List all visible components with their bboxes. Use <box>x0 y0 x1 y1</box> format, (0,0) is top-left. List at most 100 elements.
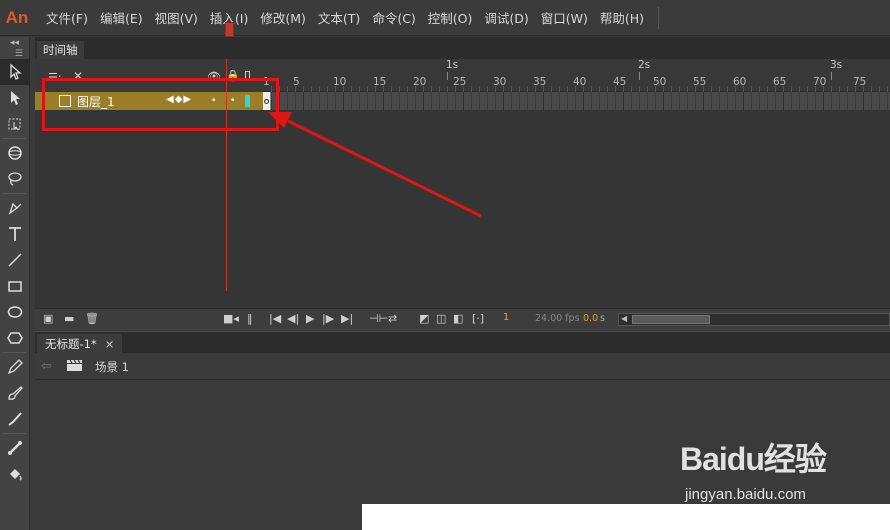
frame-cell[interactable] <box>847 92 848 110</box>
frame-cell[interactable] <box>519 92 520 110</box>
frame-cell[interactable] <box>751 92 752 110</box>
frame-cell[interactable] <box>799 92 800 110</box>
frame-cell[interactable] <box>471 92 472 110</box>
frame-cell[interactable] <box>535 92 536 110</box>
frame-cell[interactable] <box>599 92 600 110</box>
scene-label[interactable]: 场景 1 <box>95 359 129 375</box>
frame-cell[interactable] <box>503 92 504 110</box>
frame-cell[interactable] <box>727 92 728 110</box>
frame-cell[interactable] <box>639 92 640 110</box>
document-tab-label[interactable]: 无标题-1* <box>45 334 97 354</box>
loop-icon[interactable]: ⇄ <box>388 312 397 325</box>
frame-cell[interactable] <box>319 92 320 110</box>
scroll-left-icon[interactable]: ◀ <box>621 314 627 323</box>
frame-cell[interactable] <box>679 92 680 110</box>
timeline-scrollbar[interactable]: ◀ <box>618 313 890 326</box>
paint-brush-tool-icon[interactable] <box>0 380 30 406</box>
frame-cell[interactable] <box>295 92 296 110</box>
frame-cell[interactable] <box>343 92 344 110</box>
menu-modify[interactable]: 修改(M) <box>254 8 312 27</box>
frame-ruler[interactable]: 1s 2s 3s 1 5 10 15 20 25 30 35 40 45 50 … <box>263 59 890 92</box>
frame-cell[interactable] <box>575 92 576 110</box>
polystar-tool-icon[interactable] <box>0 325 30 351</box>
frame-cell[interactable] <box>439 92 440 110</box>
frames-area[interactable]: 1s 2s 3s 1 5 10 15 20 25 30 35 40 45 50 … <box>263 59 890 308</box>
frame-cell[interactable] <box>735 92 736 110</box>
frame-cell[interactable] <box>791 92 792 110</box>
frame-cell[interactable] <box>663 92 664 110</box>
frame-cell[interactable] <box>671 92 672 110</box>
frame-cell[interactable] <box>351 92 352 110</box>
frame-cell[interactable] <box>607 92 608 110</box>
collapse-icon[interactable]: ◂◂ <box>0 37 29 49</box>
frame-cell[interactable] <box>687 92 688 110</box>
frame-cell[interactable] <box>775 92 776 110</box>
frame-cell[interactable] <box>479 92 480 110</box>
prev-frame-icon[interactable]: ◀| <box>287 312 299 325</box>
frame-cell[interactable] <box>783 92 784 110</box>
frame-cell[interactable] <box>647 92 648 110</box>
frame-cell[interactable] <box>839 92 840 110</box>
next-frame-icon[interactable]: |▶ <box>322 312 334 325</box>
frame-cell[interactable] <box>495 92 496 110</box>
free-transform-tool-icon[interactable] <box>0 111 30 137</box>
scrollbar-thumb[interactable] <box>632 315 710 324</box>
menu-help[interactable]: 帮助(H) <box>594 8 650 27</box>
frame-cell[interactable] <box>335 92 336 110</box>
frame-cell[interactable] <box>807 92 808 110</box>
edit-multiple-frames-icon[interactable]: ◧ <box>453 312 463 325</box>
frame-cell[interactable] <box>311 92 312 110</box>
menu-debug[interactable]: 调试(D) <box>478 8 534 27</box>
pin-icon[interactable]: ‖ <box>247 312 253 325</box>
frame-cell[interactable] <box>511 92 512 110</box>
new-folder-icon[interactable]: ▬ <box>64 312 74 325</box>
panel-menu-icon[interactable]: ☰ <box>0 49 29 59</box>
menu-text[interactable]: 文本(T) <box>312 8 366 27</box>
frame-cell[interactable] <box>631 92 632 110</box>
frame-cell[interactable] <box>719 92 720 110</box>
oval-tool-icon[interactable] <box>0 299 30 325</box>
center-frame-icon[interactable]: ⊣⊢ <box>369 312 388 325</box>
frame-cell[interactable] <box>711 92 712 110</box>
frame-cell[interactable] <box>279 92 280 110</box>
new-layer-icon[interactable]: ▣ <box>43 312 53 325</box>
bone-tool-icon[interactable] <box>0 435 30 461</box>
frame-cell[interactable] <box>367 92 368 110</box>
lasso-tool-icon[interactable] <box>0 166 30 192</box>
close-icon[interactable]: × <box>105 334 115 354</box>
frame-cell[interactable] <box>767 92 768 110</box>
brush-tool-icon[interactable] <box>0 406 30 432</box>
frame-cell[interactable] <box>359 92 360 110</box>
frame-cell[interactable] <box>879 92 880 110</box>
frame-cell[interactable] <box>455 92 456 110</box>
frame-cell[interactable] <box>815 92 816 110</box>
back-arrow-icon[interactable]: ⇦ <box>41 359 52 374</box>
frame-cell[interactable] <box>303 92 304 110</box>
onion-skin-icon[interactable]: ◩ <box>419 312 429 325</box>
frame-cell[interactable] <box>823 92 824 110</box>
camera-icon[interactable]: ■◂ <box>223 312 239 325</box>
frame-cell[interactable] <box>423 92 424 110</box>
frame-cell[interactable] <box>431 92 432 110</box>
frame-cell[interactable] <box>383 92 384 110</box>
pencil-tool-icon[interactable] <box>0 354 30 380</box>
frame-cell[interactable] <box>487 92 488 110</box>
modify-markers-icon[interactable]: [·] <box>472 312 484 325</box>
play-icon[interactable]: ▶ <box>306 312 314 325</box>
frame-cell[interactable] <box>447 92 448 110</box>
frame-cell[interactable] <box>655 92 656 110</box>
frame-cell[interactable] <box>415 92 416 110</box>
selection-tool-icon[interactable] <box>0 59 30 85</box>
frame-cell[interactable] <box>623 92 624 110</box>
first-frame-icon[interactable]: |◀ <box>269 312 281 325</box>
frame-cell[interactable] <box>375 92 376 110</box>
paint-bucket-tool-icon[interactable] <box>0 461 30 487</box>
text-tool-icon[interactable] <box>0 221 30 247</box>
frame-cell[interactable] <box>831 92 832 110</box>
frame-cell[interactable] <box>543 92 544 110</box>
menu-file[interactable]: 文件(F) <box>40 8 94 27</box>
frame-cell[interactable] <box>695 92 696 110</box>
playhead[interactable] <box>225 22 234 37</box>
frame-cell[interactable] <box>399 92 400 110</box>
frame-cell[interactable] <box>591 92 592 110</box>
